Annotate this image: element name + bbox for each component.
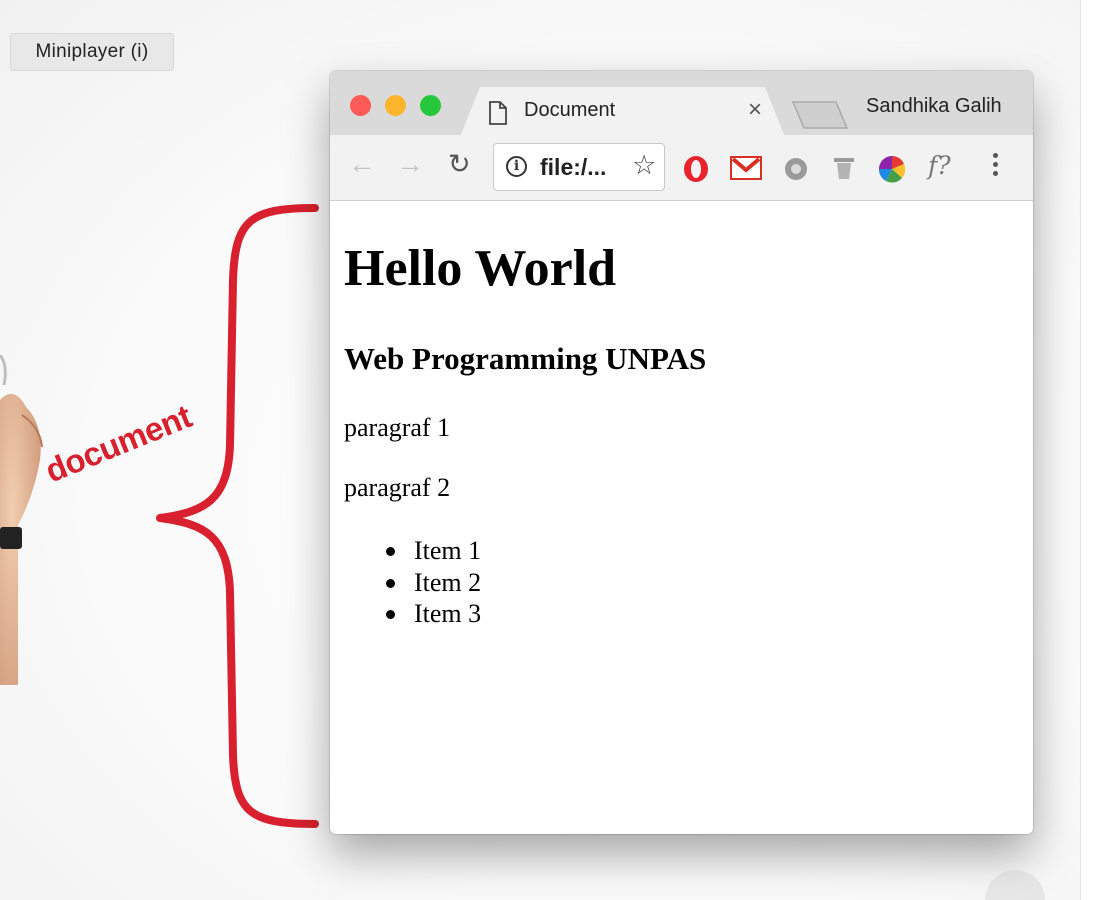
tab-document[interactable] <box>460 87 785 137</box>
new-tab-button[interactable] <box>792 101 848 129</box>
browser-window: Document × Sandhika Galih ← → ↻ i file:/… <box>330 71 1033 834</box>
more-vertical-icon[interactable] <box>992 153 1000 179</box>
maximize-window-button[interactable] <box>420 95 441 116</box>
list-item: Item 3 <box>344 598 481 630</box>
curly-brace-annotation <box>156 204 319 828</box>
paragraph: paragraf 1 <box>344 413 451 442</box>
page-heading: Hello World <box>344 240 617 297</box>
arrow-left-icon[interactable]: ← <box>348 149 376 179</box>
trash-icon[interactable] <box>832 155 856 181</box>
font-finder-icon[interactable]: f? <box>928 151 951 180</box>
list-item: Item 2 <box>344 567 481 599</box>
opera-icon[interactable] <box>682 155 710 183</box>
page-subheading: Web Programming UNPAS <box>344 341 707 376</box>
tab-title: Document <box>524 99 616 121</box>
star-icon[interactable]: ☆ <box>632 150 656 181</box>
address-bar[interactable]: i file:/... ☆ <box>493 143 665 191</box>
document-icon <box>489 101 507 125</box>
gmail-icon[interactable] <box>730 155 762 181</box>
arrow-right-icon[interactable]: → <box>396 149 424 179</box>
minimize-window-button[interactable] <box>385 95 406 116</box>
reload-icon[interactable]: ↻ <box>448 149 471 179</box>
list-item: Item 1 <box>344 535 481 567</box>
profile-name[interactable]: Sandhika Galih <box>866 95 1002 118</box>
gear-extension-icon[interactable] <box>782 155 810 183</box>
url-text: file:/... <box>540 154 607 180</box>
paragraph: paragraf 2 <box>344 473 451 502</box>
close-icon[interactable]: × <box>748 96 762 124</box>
page-content: Hello World Web Programming UNPAS paragr… <box>330 201 1033 834</box>
miniplayer-button[interactable]: Miniplayer (i) <box>10 33 174 71</box>
item-list: Item 1 Item 2 Item 3 <box>344 535 481 630</box>
color-wheel-icon[interactable] <box>878 155 906 183</box>
presenter-hand-image <box>0 355 43 685</box>
scrollbar-strip <box>1080 0 1102 900</box>
info-icon[interactable]: i <box>506 156 527 177</box>
close-window-button[interactable] <box>350 95 371 116</box>
